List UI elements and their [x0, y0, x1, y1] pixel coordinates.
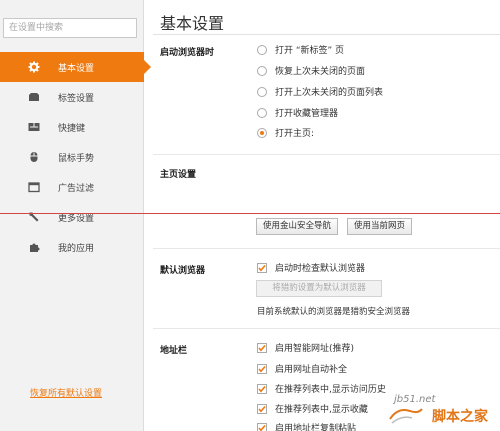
checkbox-checked-icon[interactable]: [257, 403, 267, 414]
option-label: 在推荐列表中,显示收藏: [275, 405, 368, 415]
default-browser-status: 目前系统默认的浏览器是猎豹安全浏览器: [257, 307, 411, 317]
radio-icon[interactable]: [257, 44, 267, 55]
tab-icon: [28, 91, 40, 103]
homepage-section-label: 主页设置: [160, 170, 197, 180]
sidebar-item-mouse-gestures[interactable]: 鼠标手势: [0, 142, 144, 172]
option-label: 在推荐列表中,显示访问历史: [275, 385, 386, 395]
checkbox-checked-icon[interactable]: [257, 422, 267, 431]
option-label: 启动时检查默认浏览器: [275, 264, 366, 274]
title-divider: [153, 34, 500, 35]
sidebar-item-label: 基本设置: [58, 63, 95, 74]
sidebar-item-label: 我的应用: [58, 243, 95, 254]
option-label: 启用网址自动补全: [275, 365, 348, 375]
sidebar-item-label: 鼠标手势: [58, 153, 95, 164]
startup-option-bookmark-manager[interactable]: 打开收藏管理器: [257, 106, 338, 119]
address-bar-option-show-history[interactable]: 在推荐列表中,显示访问历史: [257, 382, 386, 395]
address-bar-option-copy-paste[interactable]: 启用地址栏复制粘贴: [257, 421, 356, 431]
option-label: 打开 “新标签” 页: [275, 46, 345, 56]
sidebar-item-label: 快捷键: [58, 123, 86, 134]
section-divider: [153, 248, 500, 249]
option-label: 打开主页:: [275, 129, 315, 139]
sidebar: 在设置中搜索 基本设置 标签设置 快捷键 鼠标手势 广告过滤 更多设置 我的应用…: [0, 0, 151, 431]
option-label: 打开上次未关闭的页面列表: [275, 88, 384, 98]
set-default-browser-button[interactable]: 将猎豹设置为默认浏览器: [256, 280, 382, 297]
watermark-logo-icon: [389, 408, 423, 424]
check-default-browser-checkbox[interactable]: 启动时检查默认浏览器: [257, 261, 365, 274]
sidebar-item-tab-settings[interactable]: 标签设置: [0, 82, 144, 112]
option-label: 启用地址栏复制粘贴: [275, 424, 357, 431]
restore-defaults-link[interactable]: 恢复所有默认设置: [30, 386, 102, 399]
use-safe-navigation-button[interactable]: 使用金山安全导航: [256, 218, 339, 235]
keyboard-icon: [28, 121, 40, 133]
annotation-red-line: [0, 213, 500, 214]
option-label: 打开收藏管理器: [275, 109, 339, 119]
settings-content: 基本设置 启动浏览器时 打开 “新标签” 页 恢复上次未关闭的页面 打开上次未关…: [144, 0, 500, 431]
radio-icon[interactable]: [257, 65, 267, 76]
address-bar-section-label: 地址栏: [160, 346, 188, 356]
option-label: 启用智能网址(推荐): [275, 344, 355, 354]
option-label: 恢复上次未关闭的页面: [275, 67, 366, 77]
page-title: 基本设置: [160, 14, 225, 33]
settings-search-input[interactable]: 在设置中搜索: [3, 18, 137, 38]
mouse-icon: [28, 151, 40, 163]
startup-option-restore-list[interactable]: 打开上次未关闭的页面列表: [257, 85, 383, 98]
startup-option-restore-pages[interactable]: 恢复上次未关闭的页面: [257, 64, 365, 77]
default-browser-section-label: 默认浏览器: [160, 266, 206, 276]
watermark-site: jb51.net: [394, 394, 436, 405]
startup-option-new-tab[interactable]: 打开 “新标签” 页: [257, 43, 344, 56]
gear-icon: [28, 61, 40, 73]
checkbox-checked-icon[interactable]: [257, 342, 267, 353]
checkbox-checked-icon[interactable]: [257, 262, 267, 273]
section-divider: [153, 328, 500, 329]
use-current-page-button[interactable]: 使用当前网页: [347, 218, 413, 235]
sidebar-item-ad-filter[interactable]: 广告过滤: [0, 172, 144, 202]
sidebar-item-shortcuts[interactable]: 快捷键: [0, 112, 144, 142]
address-bar-option-show-bookmarks[interactable]: 在推荐列表中,显示收藏: [257, 402, 368, 415]
sidebar-item-basic-settings[interactable]: 基本设置: [0, 52, 151, 82]
radio-icon[interactable]: [257, 107, 267, 118]
window-icon: [28, 181, 40, 193]
sidebar-item-label: 标签设置: [58, 93, 95, 104]
sidebar-item-more-settings[interactable]: 更多设置: [0, 202, 144, 232]
sidebar-item-my-apps[interactable]: 我的应用: [0, 232, 144, 262]
startup-section-label: 启动浏览器时: [160, 48, 215, 58]
startup-option-homepage[interactable]: 打开主页:: [257, 126, 314, 139]
checkbox-checked-icon[interactable]: [257, 383, 267, 394]
address-bar-option-autocomplete[interactable]: 启用网址自动补全: [257, 362, 347, 375]
watermark-name: 脚本之家: [432, 409, 488, 425]
radio-icon[interactable]: [257, 86, 267, 97]
radio-checked-icon[interactable]: [257, 127, 267, 138]
sidebar-item-label: 广告过滤: [58, 183, 95, 194]
puzzle-icon: [28, 241, 40, 253]
section-divider: [153, 154, 500, 155]
checkbox-checked-icon[interactable]: [257, 363, 267, 374]
address-bar-option-smart-url[interactable]: 启用智能网址(推荐): [257, 341, 354, 354]
sidebar-nav: 基本设置 标签设置 快捷键 鼠标手势 广告过滤 更多设置 我的应用: [0, 52, 151, 262]
